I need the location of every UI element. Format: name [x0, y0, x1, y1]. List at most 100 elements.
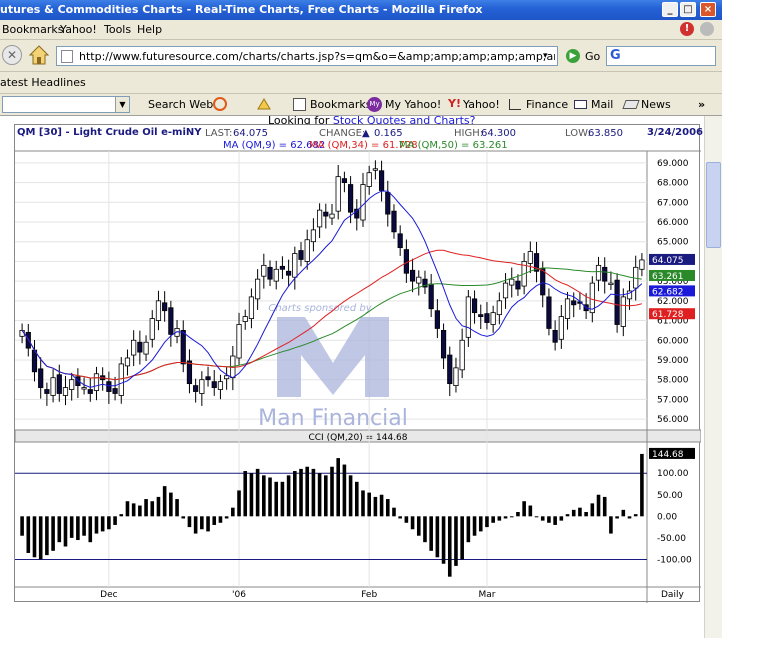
cci-bar [119, 514, 124, 517]
cci-bar [311, 468, 316, 517]
cci-bar [478, 516, 483, 532]
yahoo-toolbar: ▼ Search Web Bookmarks My My Yahoo! Y! Y… [0, 94, 722, 116]
bookmarks-book-icon [293, 98, 306, 111]
menu-bookmarks[interactable]: Bookmarks [2, 23, 63, 36]
cci-bar [423, 516, 427, 543]
price-tick-label: 59.000 [657, 356, 689, 366]
mail-button[interactable]: Mail [591, 98, 613, 111]
url-text[interactable]: http://www.futuresource.com/charts/chart… [79, 50, 555, 63]
candle-body [217, 381, 224, 390]
cci-bar [354, 481, 359, 517]
chevron-down-icon[interactable]: ▼ [115, 97, 129, 112]
candle-body [205, 376, 211, 381]
compass-icon[interactable] [213, 97, 227, 111]
cci-bar [379, 494, 384, 517]
maximize-button[interactable]: □ [680, 2, 696, 17]
candle-body [106, 381, 112, 392]
candle-body [248, 296, 255, 319]
candle-body [279, 265, 286, 270]
candle-body [453, 367, 459, 387]
price-tick-label: 57.000 [657, 395, 689, 405]
cci-bar [94, 516, 99, 534]
my-yahoo-icon: My [367, 97, 382, 112]
cci-bar [231, 507, 235, 517]
cci-bar [547, 516, 551, 523]
cci-bar [602, 496, 607, 517]
cci-bar [435, 516, 440, 558]
my-yahoo-button[interactable]: My Yahoo! [385, 98, 441, 111]
scrollbar-thumb[interactable] [706, 162, 721, 248]
candle-body [416, 276, 422, 284]
cci-bar [559, 516, 564, 521]
cci-bar [336, 458, 340, 517]
date-tick-label: Mar [478, 590, 495, 600]
stop-icon[interactable]: ✕ [2, 45, 22, 65]
cci-bar [472, 516, 477, 536]
menu-help[interactable]: Help [137, 23, 162, 36]
menu-yahoo[interactable]: Yahoo! [60, 23, 97, 36]
mail-envelope-icon [574, 100, 587, 109]
candle-body [298, 250, 304, 260]
cci-tick-label: -100.00 [657, 555, 692, 565]
cci-bar [596, 494, 601, 517]
cci-value-badge-label: 144.68 [652, 450, 684, 460]
candle-body [447, 354, 453, 385]
go-icon[interactable]: ▶ [566, 49, 580, 63]
candle-body [286, 270, 292, 276]
cci-bar [237, 490, 241, 517]
candle-body [397, 233, 403, 249]
candle-body [502, 282, 509, 299]
cci-bar [491, 516, 495, 523]
yahoo-search-input[interactable]: ▼ [2, 96, 130, 113]
candle-body [409, 269, 416, 282]
vertical-scrollbar[interactable] [704, 116, 722, 638]
price-tick-label: 60.000 [657, 336, 689, 346]
bookmark-latest-headlines[interactable]: atest Headlines [0, 76, 86, 89]
price-chart: CCI (QM,20) = 144.68 69.000 68.000 67.000 66… [15, 150, 701, 603]
search-box[interactable]: G [606, 46, 716, 66]
close-button[interactable]: × [700, 2, 716, 17]
candle-body [323, 211, 329, 217]
cci-bar [330, 466, 334, 517]
url-dropdown-icon[interactable]: ▾ [543, 51, 548, 61]
cci-bar [69, 516, 74, 538]
search-web-button[interactable]: Search Web [148, 98, 213, 111]
cci-bar [51, 516, 55, 551]
title-bar: utures & Commodities Charts - Real-Time … [0, 0, 722, 20]
menu-tools[interactable]: Tools [104, 23, 131, 36]
candle-body [186, 360, 193, 385]
cci-bar [590, 503, 595, 517]
cci-bar [218, 516, 223, 523]
go-button[interactable]: Go [585, 50, 600, 63]
value-badge-label: 64.075 [652, 256, 684, 266]
cci-bar [503, 516, 508, 519]
more-tools-button[interactable]: » [698, 98, 705, 111]
candle-body [69, 379, 75, 390]
candle-body [236, 324, 242, 359]
candle-body [459, 339, 465, 371]
cci-bar [373, 496, 378, 517]
cci-bar [571, 509, 576, 517]
candle-body [267, 266, 273, 280]
news-button[interactable]: News [641, 98, 671, 111]
news-icon [622, 100, 640, 109]
cci-bar [262, 475, 266, 517]
url-bar[interactable]: http://www.futuresource.com/charts/chart… [56, 46, 558, 66]
home-icon[interactable] [28, 44, 50, 66]
finance-button[interactable]: Finance [526, 98, 568, 111]
value-badge-label: 61.728 [652, 310, 684, 320]
cci-bar [447, 516, 452, 577]
bookmarks-toolbar: atest Headlines [0, 72, 722, 94]
stop-loading-icon[interactable]: ! [680, 22, 694, 36]
page-icon [61, 50, 73, 63]
candle-body [273, 268, 279, 282]
minimize-button[interactable]: _ [662, 2, 678, 17]
cci-bar [175, 499, 179, 517]
yahoo-bookmarks-button[interactable]: Bookmarks [310, 98, 371, 111]
highlight-pen-icon[interactable] [256, 97, 272, 111]
yahoo-button[interactable]: Yahoo! [463, 98, 500, 111]
candle-body [180, 330, 186, 365]
candle-body [143, 341, 149, 355]
cci-bar [138, 505, 142, 517]
candle-body [428, 283, 434, 310]
